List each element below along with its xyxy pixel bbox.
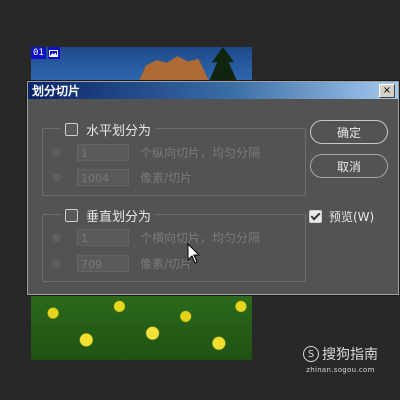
horizontal-pixels-row: 1004 像素/切片 [52, 169, 192, 186]
ok-button[interactable]: 确定 [310, 120, 388, 144]
horizontal-count-radio[interactable] [52, 148, 61, 157]
vertical-count-field[interactable]: 1 [77, 229, 129, 246]
preview-checkbox[interactable] [309, 210, 322, 223]
vertical-group-header[interactable]: 垂直划分为 [61, 206, 156, 225]
preview-toggle[interactable]: 预览(W) [309, 208, 374, 225]
horizontal-count-row: 1 个纵向切片，均匀分隔 [52, 144, 260, 161]
horizontal-title: 水平划分为 [86, 124, 152, 139]
tree-shape [209, 47, 237, 81]
vertical-checkbox[interactable] [65, 209, 78, 222]
horizontal-checkbox[interactable] [65, 123, 78, 136]
slice-number: 01 [31, 47, 46, 59]
divide-slice-dialog: 划分切片 × 水平划分为 1 个纵向切片，均匀分隔 1004 像素/切片 垂直划… [27, 81, 399, 295]
sogou-logo-icon: S [303, 346, 319, 362]
vertical-title: 垂直划分为 [86, 210, 152, 225]
horizontal-group-header[interactable]: 水平划分为 [61, 120, 156, 139]
dialog-title: 划分切片 [32, 84, 81, 98]
mountain-shape [139, 56, 209, 81]
vertical-pixels-label: 像素/切片 [140, 257, 193, 271]
horizontal-pixels-field[interactable]: 1004 [77, 169, 129, 186]
horizontal-pixels-label: 像素/切片 [140, 171, 193, 185]
cancel-button[interactable]: 取消 [310, 154, 388, 178]
flower-field [31, 293, 252, 360]
watermark-url: zhinan.sogou.com [306, 366, 375, 374]
slice-badge[interactable]: 01 [31, 47, 60, 59]
image-slice-icon [47, 47, 60, 59]
mouse-cursor-icon [187, 242, 201, 265]
preview-label: 预览(W) [329, 210, 375, 224]
close-icon: × [382, 84, 392, 96]
vertical-count-row: 1 个横向切片，均匀分隔 [52, 229, 260, 246]
horizontal-pixels-radio[interactable] [52, 173, 61, 182]
watermark: S 搜狗指南 zhinan.sogou.com [303, 344, 378, 374]
horizontal-count-field[interactable]: 1 [77, 144, 129, 161]
vertical-pixels-field[interactable]: 709 [77, 255, 129, 272]
close-button[interactable]: × [379, 83, 395, 98]
vertical-pixels-radio[interactable] [52, 259, 61, 268]
horizontal-count-label: 个纵向切片，均匀分隔 [140, 146, 261, 160]
dialog-titlebar[interactable]: 划分切片 × [28, 82, 398, 99]
vertical-count-radio[interactable] [52, 233, 61, 242]
watermark-brand: 搜狗指南 [322, 347, 378, 363]
vertical-pixels-row: 709 像素/切片 [52, 255, 192, 272]
